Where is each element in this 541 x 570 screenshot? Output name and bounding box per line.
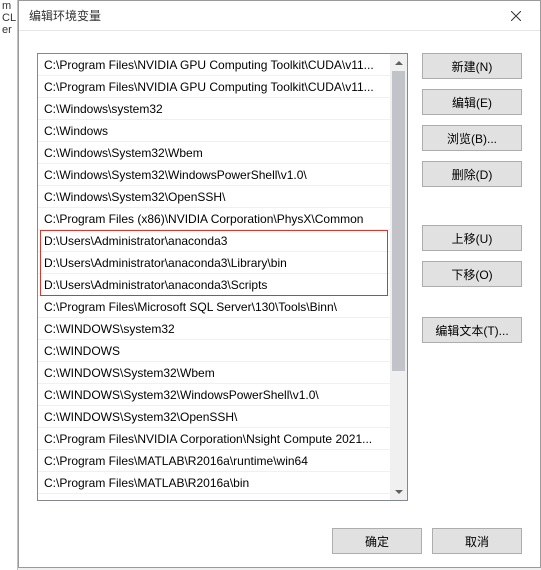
path-row[interactable]: C:\WINDOWS xyxy=(38,340,390,362)
path-row[interactable]: C:\Windows\System32\OpenSSH\ xyxy=(38,186,390,208)
path-row[interactable]: C:\WINDOWS\system32 xyxy=(38,318,390,340)
dialog-body: C:\Program Files\NVIDIA GPU Computing To… xyxy=(19,31,540,515)
close-button[interactable] xyxy=(496,2,536,30)
delete-button[interactable]: 删除(D) xyxy=(422,161,522,187)
move-up-button[interactable]: 上移(U) xyxy=(422,225,522,251)
dialog-footer: 确定 取消 xyxy=(19,515,540,567)
close-icon xyxy=(511,11,521,21)
path-row[interactable]: C:\Program Files\NVIDIA GPU Computing To… xyxy=(38,54,390,76)
path-row[interactable]: C:\WINDOWS\System32\OpenSSH\ xyxy=(38,406,390,428)
path-row[interactable]: C:\Program Files\MATLAB\R2016a\bin xyxy=(38,472,390,494)
path-row[interactable]: C:\Program Files\MATLAB\R2016a\runtime\w… xyxy=(38,450,390,472)
path-row[interactable]: C:\WINDOWS\System32\WindowsPowerShell\v1… xyxy=(38,384,390,406)
path-listbox[interactable]: C:\Program Files\NVIDIA GPU Computing To… xyxy=(37,53,408,501)
chevron-up-icon xyxy=(395,59,403,67)
titlebar: 编辑环境变量 xyxy=(19,1,540,31)
background-strip: mCLer xyxy=(0,0,18,570)
path-row[interactable]: C:\Program Files\MATLAB\R2016a\polyspace… xyxy=(38,494,390,500)
path-row[interactable]: C:\Windows xyxy=(38,120,390,142)
button-column: 新建(N) 编辑(E) 浏览(B)... 删除(D) 上移(U) 下移(O) 编… xyxy=(422,53,522,505)
path-row[interactable]: D:\Users\Administrator\anaconda3\Scripts xyxy=(38,274,390,296)
path-row[interactable]: C:\Program Files\NVIDIA Corporation\Nsig… xyxy=(38,428,390,450)
path-row[interactable]: C:\Windows\System32\Wbem xyxy=(38,142,390,164)
env-var-dialog: 编辑环境变量 C:\Program Files\NVIDIA GPU Compu… xyxy=(18,0,541,568)
path-row[interactable]: C:\Program Files\NVIDIA GPU Computing To… xyxy=(38,76,390,98)
move-down-button[interactable]: 下移(O) xyxy=(422,261,522,287)
scroll-thumb[interactable] xyxy=(392,71,405,371)
path-row[interactable]: C:\Windows\System32\WindowsPowerShell\v1… xyxy=(38,164,390,186)
path-row[interactable]: C:\Program Files (x86)\NVIDIA Corporatio… xyxy=(38,208,390,230)
edit-button[interactable]: 编辑(E) xyxy=(422,89,522,115)
cancel-button[interactable]: 取消 xyxy=(432,528,522,554)
edit-text-button[interactable]: 编辑文本(T)... xyxy=(422,317,522,343)
chevron-down-icon xyxy=(395,488,403,496)
path-row[interactable]: C:\Program Files\Microsoft SQL Server\13… xyxy=(38,296,390,318)
scroll-track[interactable] xyxy=(390,71,407,483)
scroll-up-button[interactable] xyxy=(390,54,407,71)
new-button[interactable]: 新建(N) xyxy=(422,53,522,79)
scrollbar[interactable] xyxy=(390,54,407,500)
list-inner: C:\Program Files\NVIDIA GPU Computing To… xyxy=(38,54,390,500)
path-row[interactable]: C:\Windows\system32 xyxy=(38,98,390,120)
path-row[interactable]: D:\Users\Administrator\anaconda3 xyxy=(38,230,390,252)
dialog-title: 编辑环境变量 xyxy=(29,7,496,24)
path-row[interactable]: C:\WINDOWS\System32\Wbem xyxy=(38,362,390,384)
path-row[interactable]: D:\Users\Administrator\anaconda3\Library… xyxy=(38,252,390,274)
ok-button[interactable]: 确定 xyxy=(332,528,422,554)
browse-button[interactable]: 浏览(B)... xyxy=(422,125,522,151)
scroll-down-button[interactable] xyxy=(390,483,407,500)
list-wrap: C:\Program Files\NVIDIA GPU Computing To… xyxy=(37,53,408,505)
